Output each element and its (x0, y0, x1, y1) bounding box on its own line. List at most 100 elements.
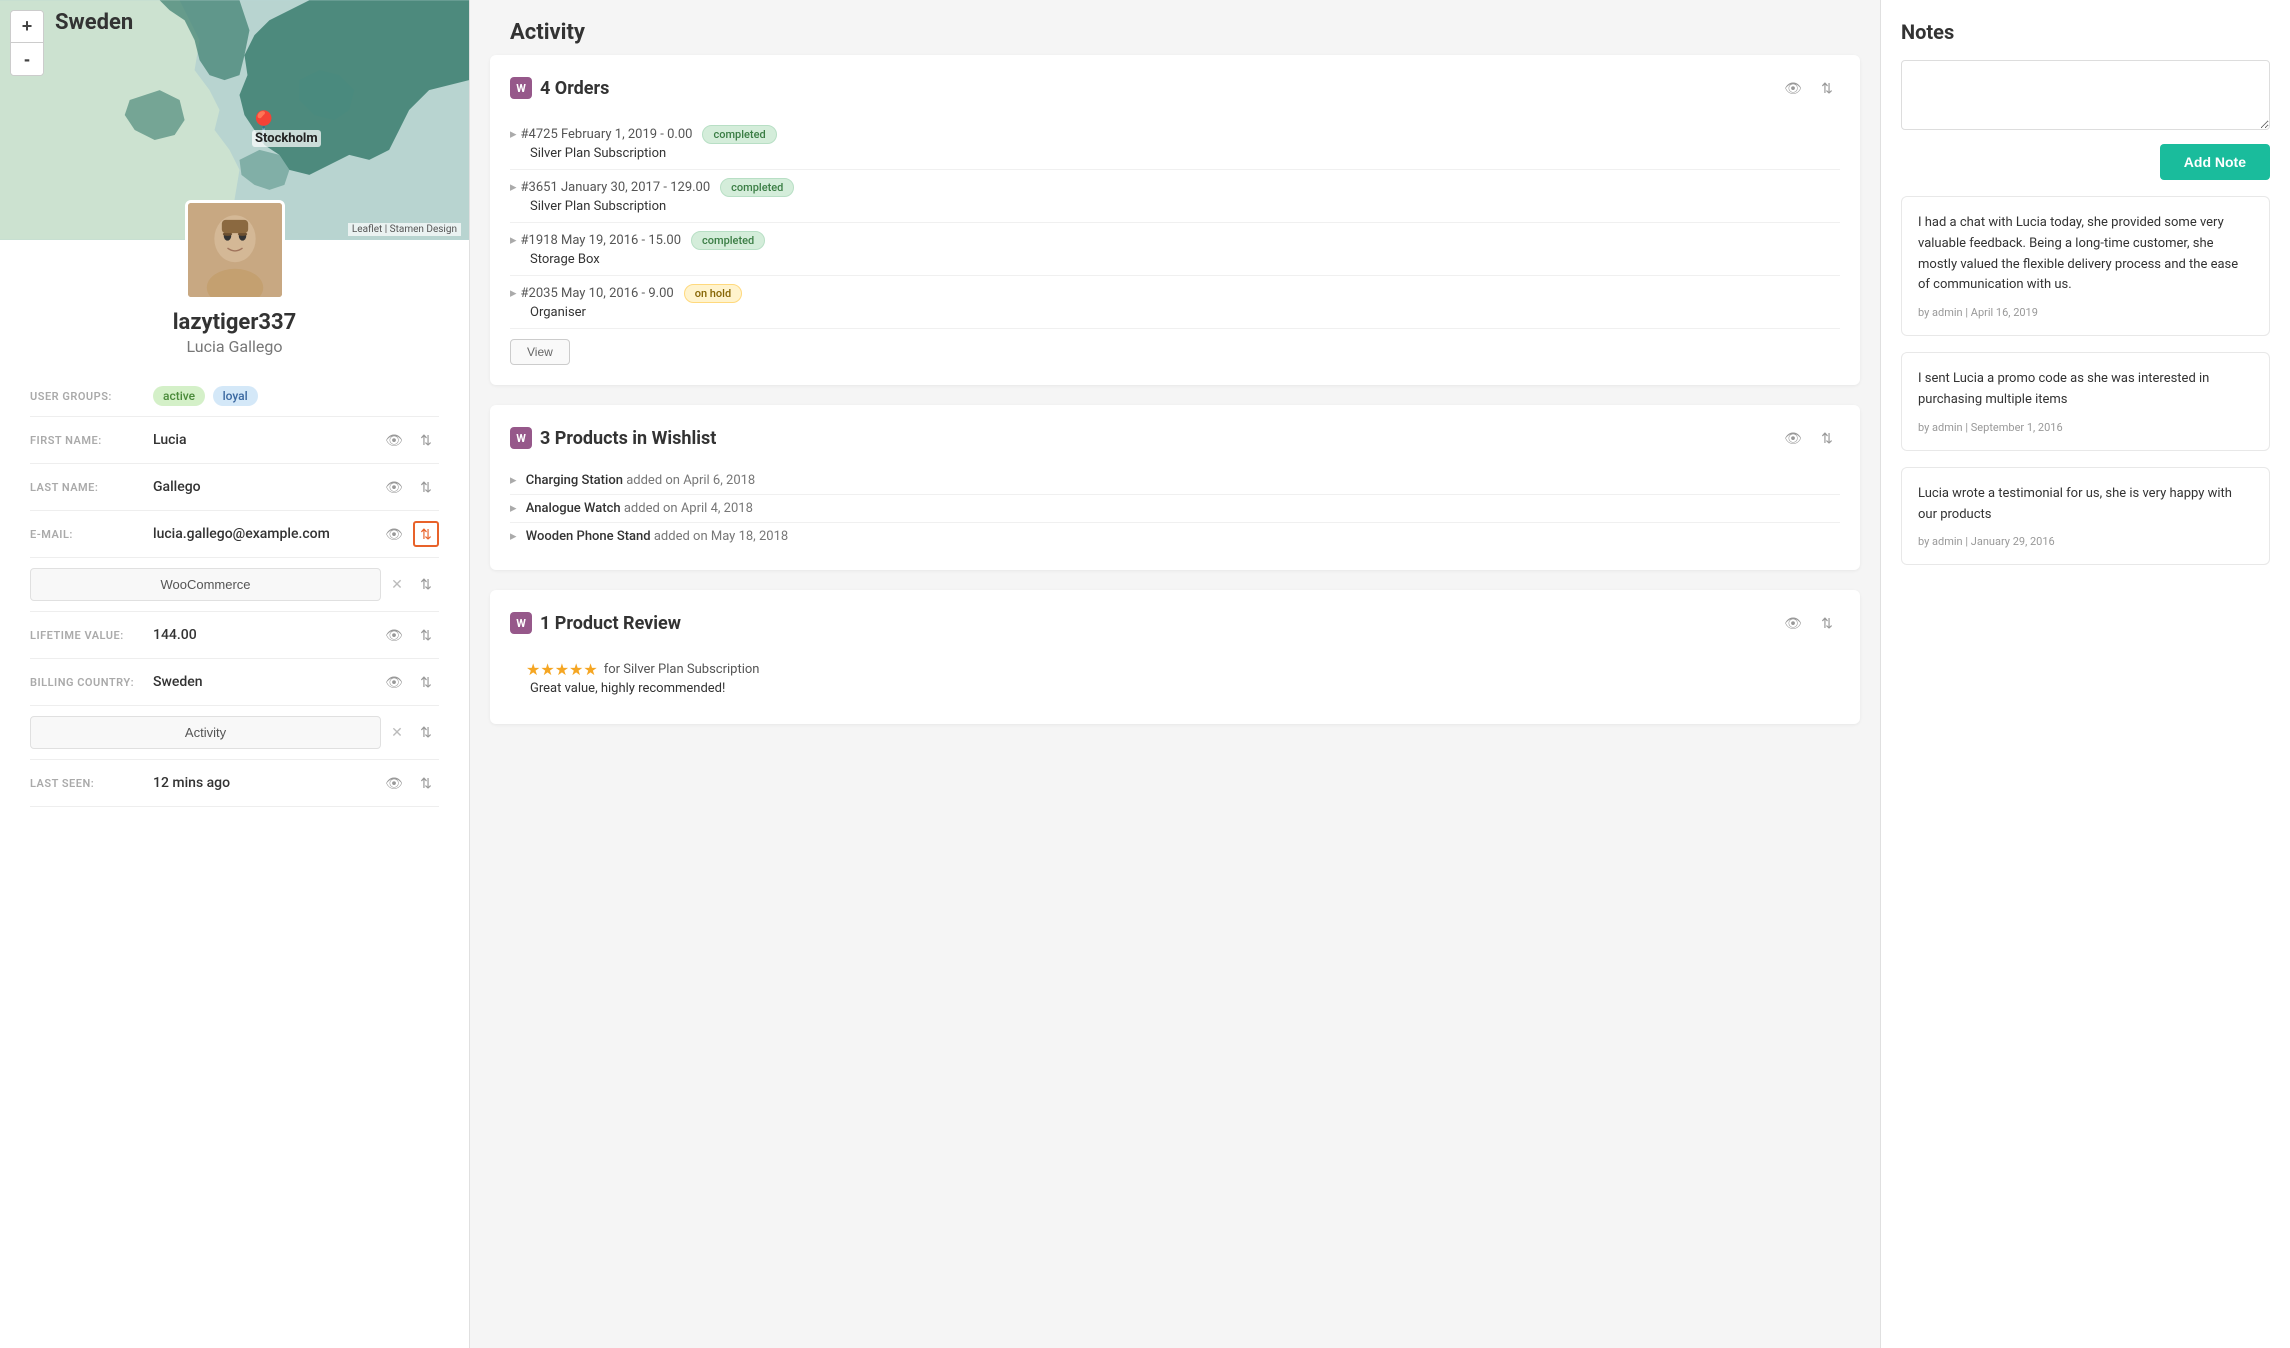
lifetime-value-label: LIFETIME VALUE: (30, 629, 145, 642)
activity-title: Activity (490, 20, 1860, 55)
woocommerce-remove-button[interactable]: ✕ (387, 575, 407, 595)
activity-remove-button[interactable]: ✕ (387, 723, 407, 743)
tag-active[interactable]: active (153, 386, 205, 406)
order-item-4: #2035 May 10, 2016 - 9.00 on hold Organi… (510, 276, 1840, 329)
last-name-sort-button[interactable]: ⇅ (413, 474, 439, 500)
review-stars-1: ★★★★★ (526, 660, 598, 679)
reviews-header-actions: 👁 ⇅ (1780, 610, 1840, 636)
wishlist-section: W 3 Products in Wishlist 👁 ⇅ Charging St… (490, 405, 1860, 570)
order-id-2: #3651 January 30, 2017 - 129.00 (510, 180, 710, 195)
map-attribution: Leaflet | Stamen Design (348, 223, 461, 236)
email-label: E-MAIL: (30, 528, 145, 541)
notes-title: Notes (1901, 20, 2270, 44)
order-id-1: #4725 February 1, 2019 - 0.00 (510, 127, 692, 142)
zoom-out-button[interactable]: - (11, 43, 43, 75)
note-text-3: Lucia wrote a testimonial for us, she is… (1918, 484, 2253, 526)
tag-loyal[interactable]: loyal (213, 386, 258, 406)
orders-view-all-button[interactable]: View (510, 339, 570, 365)
order-product-4: Organiser (510, 305, 1840, 320)
last-name-view-button[interactable]: 👁 (381, 474, 407, 500)
woocommerce-btn-row: WooCommerce ✕ ⇅ (30, 568, 439, 601)
reviews-view-button[interactable]: 👁 (1780, 610, 1806, 636)
user-profile: lazytiger337 Lucia Gallego (0, 240, 469, 366)
woocommerce-sort-button[interactable]: ⇅ (413, 572, 439, 598)
right-panel: Notes Add Note I had a chat with Lucia t… (1880, 0, 2290, 1348)
order-status-4: on hold (684, 284, 742, 303)
review-product-1: for Silver Plan Subscription (604, 662, 760, 677)
orders-section: W 4 Orders 👁 ⇅ #4725 February 1, 2019 - … (490, 55, 1860, 385)
last-seen-sort-button[interactable]: ⇅ (413, 770, 439, 796)
order-status-3: completed (691, 231, 765, 250)
review-stars-row: ★★★★★ for Silver Plan Subscription (510, 660, 1840, 679)
map-city-label: Stockholm (252, 130, 321, 147)
orders-header: W 4 Orders 👁 ⇅ (510, 75, 1840, 101)
email-view-button[interactable]: 👁 (381, 521, 407, 547)
wishlist-date-3: added on May 18, 2018 (654, 529, 788, 544)
lifetime-value-view-button[interactable]: 👁 (381, 622, 407, 648)
note-input[interactable] (1901, 60, 2270, 130)
first-name-view-button[interactable]: 👁 (381, 427, 407, 453)
orders-sort-button[interactable]: ⇅ (1814, 75, 1840, 101)
wishlist-item-2: Analogue Watch added on April 4, 2018 (510, 495, 1840, 523)
wishlist-sort-button[interactable]: ⇅ (1814, 425, 1840, 451)
wishlist-date-2: added on April 4, 2018 (624, 501, 753, 516)
woo-badge-reviews: W (510, 612, 532, 634)
note-text-2: I sent Lucia a promo code as she was int… (1918, 369, 2253, 411)
wishlist-item-1: Charging Station added on April 6, 2018 (510, 467, 1840, 495)
last-name-label: LAST NAME: (30, 481, 145, 494)
username: lazytiger337 (173, 310, 297, 335)
last-seen-label: LAST SEEN: (30, 777, 145, 790)
user-groups-value: active loyal (153, 386, 439, 406)
billing-country-actions: 👁 ⇅ (381, 669, 439, 695)
wishlist-product-3: Wooden Phone Stand (526, 529, 651, 544)
note-text-1: I had a chat with Lucia today, she provi… (1918, 213, 2253, 296)
billing-country-sort-button[interactable]: ⇅ (413, 669, 439, 695)
wishlist-header-actions: 👁 ⇅ (1780, 425, 1840, 451)
reviews-title-group: W 1 Product Review (510, 612, 681, 634)
wishlist-header: W 3 Products in Wishlist 👁 ⇅ (510, 425, 1840, 451)
reviews-title: 1 Product Review (540, 613, 681, 634)
avatar-wrapper (185, 200, 285, 300)
lifetime-value-sort-button[interactable]: ⇅ (413, 622, 439, 648)
lifetime-value-row: LIFETIME VALUE: 144.00 👁 ⇅ (30, 612, 439, 659)
wishlist-title: 3 Products in Wishlist (540, 428, 716, 449)
reviews-section: W 1 Product Review 👁 ⇅ ★★★★★ for Silver … (490, 590, 1860, 724)
note-card-1: I had a chat with Lucia today, she provi… (1901, 196, 2270, 336)
woocommerce-button[interactable]: WooCommerce (30, 568, 381, 601)
last-seen-value: 12 mins ago (153, 775, 373, 791)
email-sort-button[interactable]: ⇅ (413, 521, 439, 547)
wishlist-view-button[interactable]: 👁 (1780, 425, 1806, 451)
first-name-actions: 👁 ⇅ (381, 427, 439, 453)
order-status-2: completed (720, 178, 794, 197)
billing-country-view-button[interactable]: 👁 (381, 669, 407, 695)
last-name-row: LAST NAME: Gallego 👁 ⇅ (30, 464, 439, 511)
map-controls[interactable]: + - (10, 10, 44, 76)
order-item-1: #4725 February 1, 2019 - 0.00 completed … (510, 117, 1840, 170)
avatar (185, 200, 285, 300)
billing-country-row: BILLING COUNTRY: Sweden 👁 ⇅ (30, 659, 439, 706)
wishlist-title-group: W 3 Products in Wishlist (510, 427, 716, 449)
last-name-value: Gallego (153, 479, 373, 495)
zoom-in-button[interactable]: + (11, 11, 43, 43)
note-meta-2: by admin | September 1, 2016 (1918, 421, 2253, 434)
note-meta-3: by admin | January 29, 2016 (1918, 535, 2253, 548)
last-seen-view-button[interactable]: 👁 (381, 770, 407, 796)
add-note-button[interactable]: Add Note (2160, 144, 2270, 180)
woocommerce-row: WooCommerce ✕ ⇅ (30, 558, 439, 612)
reviews-sort-button[interactable]: ⇅ (1814, 610, 1840, 636)
activity-sort-button[interactable]: ⇅ (413, 720, 439, 746)
first-name-sort-button[interactable]: ⇅ (413, 427, 439, 453)
note-card-2: I sent Lucia a promo code as she was int… (1901, 352, 2270, 451)
woo-badge-wishlist: W (510, 427, 532, 449)
order-product-2: Silver Plan Subscription (510, 199, 1840, 214)
orders-view-button[interactable]: 👁 (1780, 75, 1806, 101)
woo-badge-orders: W (510, 77, 532, 99)
activity-row: Activity ✕ ⇅ (30, 706, 439, 760)
email-row: E-MAIL: lucia.gallego@example.com 👁 ⇅ (30, 511, 439, 558)
user-fields: USER GROUPS: active loyal FIRST NAME: Lu… (0, 376, 469, 807)
first-name-row: FIRST NAME: Lucia 👁 ⇅ (30, 417, 439, 464)
order-item-2: #3651 January 30, 2017 - 129.00 complete… (510, 170, 1840, 223)
activity-button[interactable]: Activity (30, 716, 381, 749)
user-groups-row: USER GROUPS: active loyal (30, 376, 439, 417)
billing-country-label: BILLING COUNTRY: (30, 676, 145, 689)
